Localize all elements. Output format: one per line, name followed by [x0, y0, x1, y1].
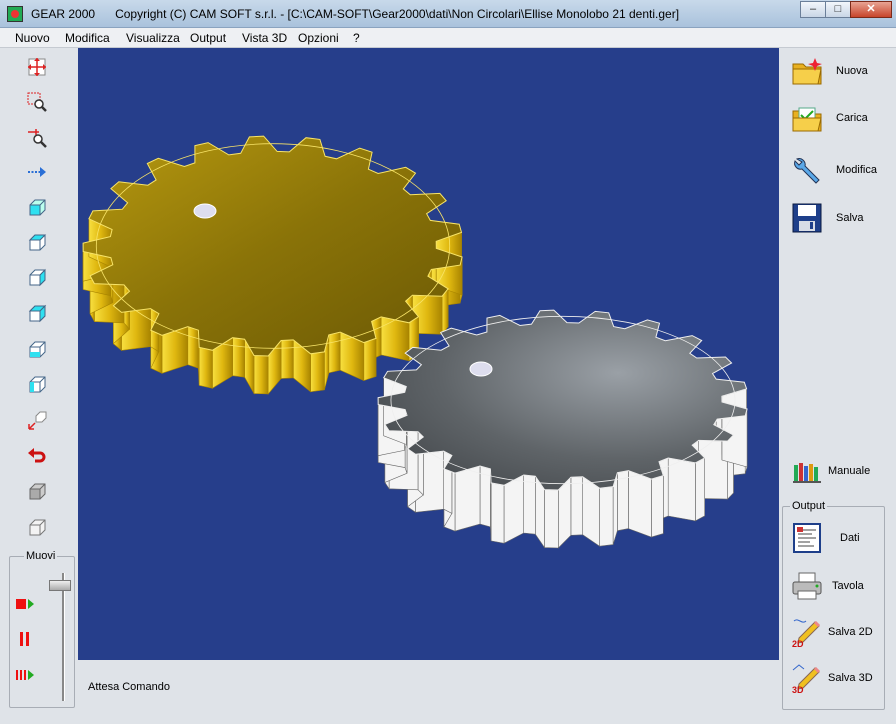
menu-vista-3d[interactable]: Vista 3D: [242, 31, 287, 45]
title-path: Copyright (C) CAM SOFT s.r.l. - [C:\CAM-…: [115, 7, 680, 21]
menu-nuovo[interactable]: Nuovo: [15, 31, 50, 45]
gray-gear-side-face: [617, 470, 629, 532]
gold-gear-side-face: [328, 331, 341, 374]
nuova-label: Nuova: [836, 65, 868, 77]
gear-render: [82, 135, 748, 549]
menu-output[interactable]: Output: [190, 31, 226, 45]
nuova-button[interactable]: Nuova: [790, 51, 886, 91]
manuale-button[interactable]: Manuale: [790, 451, 886, 491]
dati-label: Dati: [840, 532, 860, 544]
view-side-cube-icon[interactable]: [24, 265, 50, 291]
menu-opzioni[interactable]: Opzioni: [298, 31, 339, 45]
menu-visualizza[interactable]: Visualizza: [126, 31, 180, 45]
gray-gear-hole: [469, 361, 493, 377]
gray-gear-side-face: [383, 377, 407, 445]
output-label: Output: [790, 500, 828, 512]
new-folder-icon: [790, 54, 824, 88]
salva-3d-label: Salva 3D: [828, 672, 873, 684]
data-sheet-icon: [790, 521, 824, 555]
gray-gear-side-face: [599, 486, 614, 547]
gray-gear-side-face: [490, 482, 505, 544]
minimize-button[interactable]: –: [800, 1, 826, 18]
solid-cube-icon[interactable]: [24, 479, 50, 505]
menu-bar: Nuovo Modifica Visualizza Output Vista 3…: [0, 28, 896, 48]
menu-modifica[interactable]: Modifica: [65, 31, 110, 45]
zoom-window-icon[interactable]: [24, 89, 50, 115]
dati-button[interactable]: Dati: [790, 518, 886, 558]
muovi-label: Muovi: [24, 550, 58, 562]
window-title: GEAR 2000 Copyright (C) CAM SOFT s.r.l. …: [31, 7, 679, 21]
muovi-slider-thumb[interactable]: [49, 580, 71, 591]
gray-gear-side-face: [651, 475, 664, 538]
gray-gear-side-face: [570, 476, 583, 536]
printer-icon: [790, 569, 824, 603]
record-play-icon[interactable]: [12, 591, 38, 617]
pencil-3d-icon: 3D: [790, 661, 824, 695]
step-forward-icon[interactable]: [12, 662, 38, 688]
gold-gear-side-face: [253, 355, 269, 395]
menu-help[interactable]: ?: [353, 31, 360, 45]
gold-gear-side-face: [363, 337, 377, 382]
gold-gear-hole: [193, 203, 217, 219]
gold-gear-side-face: [232, 337, 245, 378]
gold-gear-side-face: [280, 339, 294, 379]
gold-gear-side-face: [310, 351, 325, 393]
pause-icon[interactable]: [12, 626, 38, 652]
title-bar: GEAR 2000 Copyright (C) CAM SOFT s.r.l. …: [0, 0, 896, 28]
app-icon[interactable]: [7, 6, 23, 22]
books-icon: [790, 454, 824, 488]
3d-viewport[interactable]: [78, 48, 779, 660]
axis-rotate-icon[interactable]: [24, 408, 50, 434]
pencil-2d-icon: 2D: [790, 615, 824, 649]
gold-gear-side-face: [198, 347, 213, 389]
gray-gear-side-face: [582, 476, 600, 547]
tavola-button[interactable]: Tavola: [790, 566, 886, 606]
gray-gear-side-face: [628, 470, 652, 538]
gold-gear-side-face: [380, 316, 410, 362]
wire-cube-icon[interactable]: [24, 515, 50, 541]
view-wire-cube-icon[interactable]: [24, 337, 50, 363]
gray-gear-side-face: [454, 465, 481, 532]
right-toolbar: Nuova Carica Modifica Salva Manuale Outp…: [782, 48, 892, 710]
muovi-slider-track[interactable]: [62, 573, 65, 701]
modifica-button[interactable]: Modifica: [790, 150, 886, 190]
close-button[interactable]: ✕: [850, 1, 892, 18]
view-front-cube-icon[interactable]: [24, 230, 50, 256]
gray-gear-side-face: [695, 457, 705, 522]
left-toolbar: Muovi: [6, 49, 76, 709]
modifica-label: Modifica: [836, 164, 877, 176]
carica-label: Carica: [836, 112, 868, 124]
svg-text:2D: 2D: [792, 639, 804, 648]
wrench-icon: [790, 153, 824, 187]
view-iso-cube-icon[interactable]: [24, 301, 50, 327]
gray-gear-side-face: [667, 457, 696, 522]
gold-gear-side-face: [187, 326, 199, 369]
maximize-button[interactable]: □: [825, 1, 851, 18]
salva-2d-button[interactable]: 2D Salva 2D: [790, 612, 886, 652]
svg-text:3D: 3D: [792, 685, 804, 694]
salva-3d-button[interactable]: 3D Salva 3D: [790, 658, 886, 698]
salva-button[interactable]: Salva: [790, 198, 886, 238]
gray-gear-side-face: [523, 474, 536, 535]
gray-gear-side-face: [503, 474, 524, 544]
open-folder-icon: [790, 101, 824, 135]
move-view-icon[interactable]: [24, 54, 50, 80]
tavola-label: Tavola: [832, 580, 864, 592]
floppy-disk-icon: [790, 201, 824, 235]
salva-2d-label: Salva 2D: [828, 626, 873, 638]
zoom-in-out-icon[interactable]: [24, 124, 50, 150]
salva-label: Salva: [836, 212, 864, 224]
view-top-cube-icon[interactable]: [24, 195, 50, 221]
app-name: GEAR 2000: [31, 7, 96, 21]
carica-button[interactable]: Carica: [790, 98, 886, 138]
view-back-cube-icon[interactable]: [24, 372, 50, 398]
undo-red-icon[interactable]: [24, 443, 50, 469]
manuale-label: Manuale: [828, 465, 871, 477]
status-area: Attesa Comando: [78, 660, 779, 710]
gray-gear-side-face: [544, 489, 559, 549]
pan-arrow-icon[interactable]: [24, 159, 50, 185]
status-text: Attesa Comando: [88, 681, 170, 693]
